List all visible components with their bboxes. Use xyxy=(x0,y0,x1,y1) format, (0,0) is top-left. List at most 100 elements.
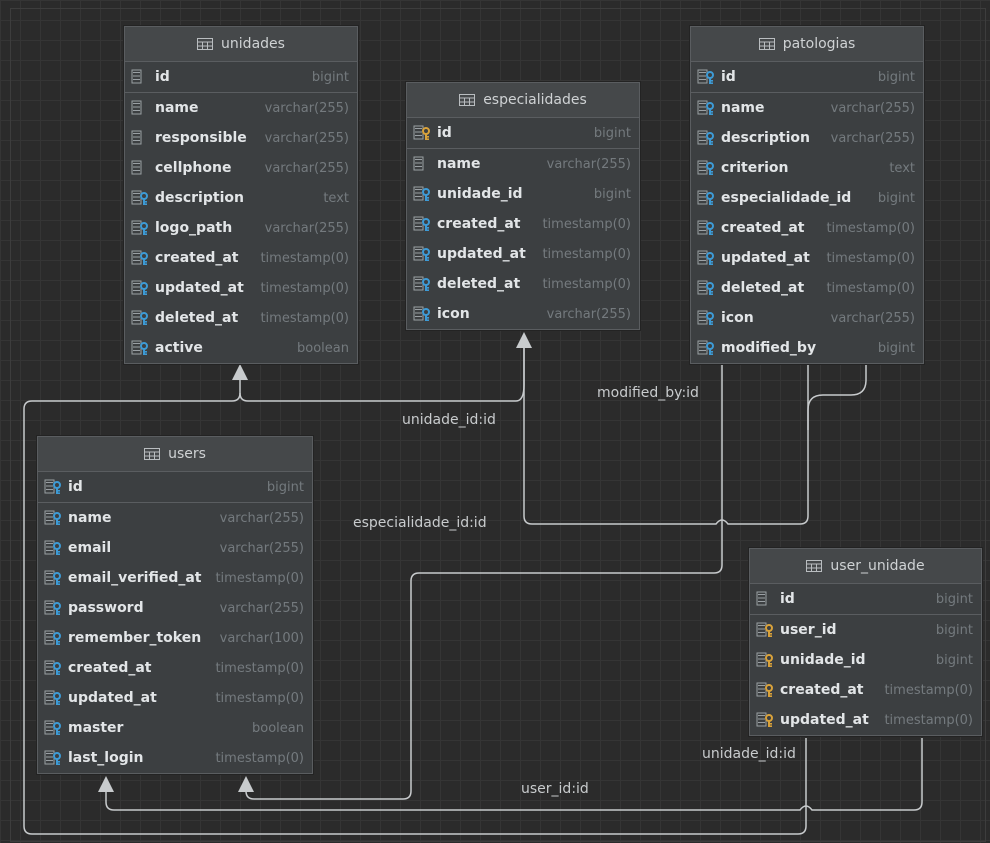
column-name: cellphone xyxy=(155,160,232,176)
table-user-unidade[interactable]: user_unidade id bigint user_id bigint unidade… xyxy=(749,548,982,736)
column-icon xyxy=(131,160,142,175)
column-name: id xyxy=(437,125,452,141)
column-row[interactable]: email_verified_at timestamp(0) xyxy=(38,563,312,593)
column-name: deleted_at xyxy=(437,276,521,292)
table-title: user_unidade xyxy=(830,558,925,574)
table-unidades[interactable]: unidades id bigint name varchar(255) responsi… xyxy=(124,26,358,364)
column-row[interactable]: name varchar(255) xyxy=(125,93,357,123)
table-header[interactable]: unidades xyxy=(125,27,357,62)
column-row[interactable]: remember_token varchar(100) xyxy=(38,623,312,653)
column-name: name xyxy=(68,510,112,526)
relation-label-especialidade: especialidade_id:id xyxy=(353,515,487,531)
column-row[interactable]: name varchar(255) xyxy=(38,503,312,533)
column-row[interactable]: created_at timestamp(0) xyxy=(38,653,312,683)
relation-line-unused xyxy=(245,364,723,800)
column-row[interactable]: logo_path varchar(255) xyxy=(125,213,357,243)
column-row[interactable]: master boolean xyxy=(38,713,312,743)
column-row[interactable]: created_at timestamp(0) xyxy=(691,213,923,243)
column-key-icon xyxy=(131,250,148,265)
table-title: patologias xyxy=(782,36,856,52)
column-row[interactable]: modified_by bigint xyxy=(691,333,923,363)
table-grid-icon xyxy=(197,38,214,50)
column-key-icon xyxy=(697,310,714,325)
column-type: timestamp(0) xyxy=(884,712,973,728)
column-type: bigint xyxy=(935,622,973,638)
column-key-icon xyxy=(131,190,148,205)
column-row[interactable]: last_login timestamp(0) xyxy=(38,743,312,773)
column-row[interactable]: id bigint xyxy=(750,584,981,615)
column-row[interactable]: created_at timestamp(0) xyxy=(407,209,639,239)
column-type: timestamp(0) xyxy=(215,570,304,586)
table-header[interactable]: user_unidade xyxy=(750,549,981,584)
column-type: timestamp(0) xyxy=(542,216,631,232)
table-users[interactable]: users id bigint name varchar(255) email varcha… xyxy=(37,436,313,774)
column-type: varchar(255) xyxy=(219,600,304,616)
column-row[interactable]: unidade_id bigint xyxy=(750,645,981,675)
column-row[interactable]: description varchar(255) xyxy=(691,123,923,153)
table-patologias[interactable]: patologias id bigint name varchar(255) descri… xyxy=(690,26,924,364)
column-key-icon xyxy=(44,630,61,645)
table-header[interactable]: patologias xyxy=(691,27,923,62)
column-name: created_at xyxy=(721,220,805,236)
table-header[interactable]: users xyxy=(38,437,312,472)
column-row[interactable]: user_id bigint xyxy=(750,615,981,645)
column-row[interactable]: updated_at timestamp(0) xyxy=(407,239,639,269)
column-row[interactable]: deleted_at timestamp(0) xyxy=(125,303,357,333)
column-row[interactable]: active boolean xyxy=(125,333,357,363)
column-row[interactable]: email varchar(255) xyxy=(38,533,312,563)
column-row[interactable]: created_at timestamp(0) xyxy=(125,243,357,273)
column-row[interactable]: id bigint xyxy=(38,472,312,503)
column-row[interactable]: id bigint xyxy=(407,118,639,149)
relation-label-user-unidade: unidade_id:id xyxy=(702,746,796,762)
column-type: timestamp(0) xyxy=(884,682,973,698)
column-row[interactable]: deleted_at timestamp(0) xyxy=(691,273,923,303)
column-row[interactable]: password varchar(255) xyxy=(38,593,312,623)
column-row[interactable]: responsible varchar(255) xyxy=(125,123,357,153)
column-row[interactable]: especialidade_id bigint xyxy=(691,183,923,213)
column-name: id xyxy=(780,591,795,607)
arrow-especialidades xyxy=(516,332,532,348)
column-row[interactable]: deleted_at timestamp(0) xyxy=(407,269,639,299)
column-row[interactable]: created_at timestamp(0) xyxy=(750,675,981,705)
column-name: updated_at xyxy=(721,250,810,266)
column-row[interactable]: criterion text xyxy=(691,153,923,183)
table-header[interactable]: especialidades xyxy=(407,83,639,118)
column-row[interactable]: name varchar(255) xyxy=(407,149,639,179)
table-grid-icon xyxy=(806,560,823,572)
column-key-icon xyxy=(697,160,714,175)
column-row[interactable]: updated_at timestamp(0) xyxy=(691,243,923,273)
column-row[interactable]: updated_at timestamp(0) xyxy=(125,273,357,303)
column-name: deleted_at xyxy=(721,280,805,296)
column-name: name xyxy=(155,100,199,116)
column-row[interactable]: icon varchar(255) xyxy=(407,299,639,329)
column-name: updated_at xyxy=(68,690,157,706)
column-type: bigint xyxy=(877,190,915,206)
column-row[interactable]: name varchar(255) xyxy=(691,93,923,123)
column-type: varchar(255) xyxy=(219,540,304,556)
column-name: updated_at xyxy=(780,712,869,728)
table-title: users xyxy=(168,446,206,462)
column-row[interactable]: description text xyxy=(125,183,357,213)
column-name: logo_path xyxy=(155,220,233,236)
column-key-icon xyxy=(44,510,61,525)
column-key-icon xyxy=(131,310,148,325)
column-row[interactable]: id bigint xyxy=(691,62,923,93)
column-row[interactable]: updated_at timestamp(0) xyxy=(750,705,981,735)
column-fk-icon xyxy=(756,682,773,697)
column-row[interactable]: id bigint xyxy=(125,62,357,93)
column-type: bigint xyxy=(935,652,973,668)
column-row[interactable]: unidade_id bigint xyxy=(407,179,639,209)
table-especialidades[interactable]: especialidades id bigint name varchar(255) un… xyxy=(406,82,640,330)
column-row[interactable]: icon varchar(255) xyxy=(691,303,923,333)
column-type: timestamp(0) xyxy=(542,276,631,292)
column-key-icon xyxy=(413,186,430,201)
column-row[interactable]: cellphone varchar(255) xyxy=(125,153,357,183)
column-row[interactable]: updated_at timestamp(0) xyxy=(38,683,312,713)
column-name: email xyxy=(68,540,112,556)
column-type: boolean xyxy=(297,340,349,356)
column-type: varchar(255) xyxy=(830,130,915,146)
table-grid-icon xyxy=(758,38,775,50)
column-name: last_login xyxy=(68,750,144,766)
column-name: email_verified_at xyxy=(68,570,202,586)
column-type: timestamp(0) xyxy=(215,690,304,706)
